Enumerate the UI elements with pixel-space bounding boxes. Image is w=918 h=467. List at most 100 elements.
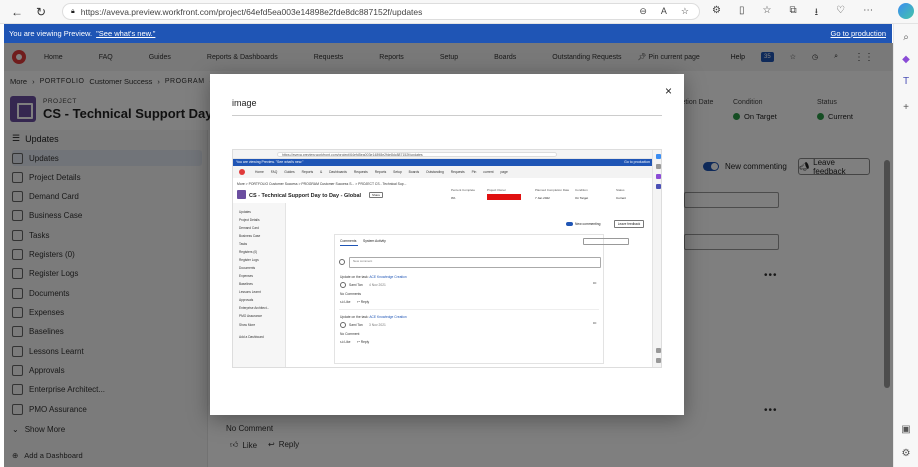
zoom-out-icon[interactable]: ⊖: [639, 6, 647, 17]
preview-text: You are viewing Preview.: [9, 29, 93, 38]
thumb-date: 4 Nov 2021: [369, 283, 386, 287]
address-bar[interactable]: 🔒︎ https://aveva.preview.workfront.com/p…: [62, 3, 700, 20]
browser-essentials-icon[interactable]: ♡: [836, 5, 845, 22]
thumb-new-commenting: New commenting: [575, 222, 601, 226]
thumb-reply: ↩ Reply: [357, 340, 370, 344]
thumb-side-item: Expenses: [239, 274, 253, 278]
close-icon[interactable]: ×: [665, 84, 672, 98]
thumb-new-comment-box: New comment: [349, 257, 601, 268]
thumb-feedback-button: Leave feedback: [614, 220, 644, 228]
thumb-url: https://aveva.preview.workfront.com/proj…: [277, 152, 557, 157]
thumb-tab-activity: System Activity: [363, 239, 386, 243]
image-modal: image × https://aveva.preview.workfront.…: [210, 74, 684, 415]
thumb-breadcrumb: More > PORTFOLIO Customer Success > PROG…: [237, 182, 407, 186]
thumb-side-item: Enterprise Architect...: [239, 306, 270, 310]
browser-sidebar: ⌕ ◆ T + ▣ ⚙: [893, 24, 918, 467]
favorites-icon[interactable]: ☆: [762, 5, 771, 22]
thumb-rail-icon: [656, 174, 661, 179]
thumb-meta-label: Status: [616, 188, 625, 192]
thumb-side-item: Tasks: [239, 242, 248, 246]
thumb-side-item: Baselines: [239, 282, 253, 286]
screenshot-image: https://aveva.preview.workfront.com/proj…: [232, 149, 662, 368]
collections-icon[interactable]: ⧉: [789, 5, 796, 22]
goto-production-link[interactable]: Go to production: [831, 29, 886, 38]
thumb-meta-value: 0%: [451, 196, 456, 200]
lock-icon: 🔒︎: [71, 7, 75, 15]
thumb-options-icon: •••: [593, 321, 597, 325]
thumb-like: 👍︎ Like: [340, 300, 351, 304]
thumb-update-line: Update on the task: ACE Knowledge Creati…: [340, 315, 407, 319]
thumb-side-item: Approvals: [239, 298, 254, 302]
thumb-avatar: [340, 322, 346, 328]
downloads-icon[interactable]: ⭳: [815, 5, 819, 22]
thumb-like-label: Like: [344, 340, 351, 344]
thumb-rail-icon: [656, 164, 661, 169]
thumb-no-comment: No Comment: [340, 332, 360, 336]
preview-banner: You are viewing Preview. "See what's new…: [4, 24, 892, 43]
thumb-side-item: Documents: [239, 266, 256, 270]
thumb-side-item: Registers (0): [239, 250, 258, 254]
add-icon[interactable]: +: [900, 102, 912, 114]
thumb-side-item: Business Case: [239, 234, 261, 238]
read-aloud-icon[interactable]: A: [661, 6, 667, 17]
see-whats-new-link[interactable]: "See what's new.": [96, 29, 155, 38]
thumb-side-item: Project Details: [239, 218, 260, 222]
sidebar-toggle-icon[interactable]: ▣: [900, 424, 912, 436]
thumb-update-prefix: Update on the task:: [340, 275, 369, 279]
thumb-side-item: PMO Assurance: [239, 314, 263, 318]
thumb-tab-underline: [340, 245, 358, 246]
back-icon[interactable]: ←: [10, 5, 24, 19]
thumb-banner: You are viewing Preview. "See what's new…: [233, 159, 653, 166]
url-text: https://aveva.preview.workfront.com/proj…: [80, 6, 423, 17]
thumb-update-link: ACE Knowledge Creation: [369, 315, 407, 319]
browser-toolbar: ← ↻ 🔒︎ https://aveva.preview.workfront.c…: [0, 0, 918, 24]
thumb-update-prefix: Update on the task:: [340, 315, 369, 319]
teams-icon[interactable]: T: [900, 76, 912, 88]
thumb-reply-label: Reply: [360, 340, 370, 344]
extensions-icon[interactable]: ⚙: [712, 5, 721, 22]
thumb-date: 3 Nov 2021: [369, 323, 386, 327]
thumb-project-icon: [237, 190, 246, 199]
more-menu-icon[interactable]: ⋯: [863, 5, 873, 22]
thumb-side-item: Show More: [239, 323, 256, 327]
copilot-icon[interactable]: [898, 3, 914, 19]
thumb-rail-icon: [656, 348, 661, 353]
thumb-logo: [239, 169, 245, 175]
thumb-toggle: [566, 222, 573, 226]
thumb-user: Sami Tan: [349, 323, 363, 327]
thumb-browser-bar: https://aveva.preview.workfront.com/proj…: [233, 150, 661, 159]
thumb-update-link: ACE Knowledge Creation: [369, 275, 407, 279]
favorite-star-icon[interactable]: ☆: [681, 6, 689, 17]
thumb-comments-card: Comments System Activity New comment Upd…: [334, 234, 629, 364]
thumb-reply: ↩ Reply: [357, 300, 370, 304]
thumb-meta-value: 7 Jan 2022: [535, 196, 550, 200]
modal-divider: [232, 115, 662, 116]
thumb-side-item: Lessons Learnt: [239, 290, 261, 294]
split-screen-icon[interactable]: ▯: [739, 5, 745, 22]
thumb-meta-value: On Target: [575, 196, 589, 200]
thumb-browser-rail: [652, 150, 661, 367]
thumb-banner-text: You are viewing Preview. "See what's new…: [236, 160, 304, 164]
thumb-meta-label: Planned Completion Date: [535, 188, 570, 192]
thumb-avatar: [339, 259, 345, 265]
thumb-update-line: Update on the task: ACE Knowledge Creati…: [340, 275, 407, 279]
thumb-rail-icon: [656, 184, 661, 189]
thumb-meta-value: Current: [616, 196, 627, 200]
thumb-side-item: Register Logs: [239, 258, 259, 262]
thumb-tab-comments: Comments: [340, 239, 357, 243]
thumb-rail-icon: [656, 358, 661, 363]
thumb-no-comments: No Comments: [340, 292, 362, 296]
settings-icon[interactable]: ⚙: [900, 448, 912, 460]
thumb-rail-icon: [656, 154, 661, 159]
search-icon[interactable]: ⌕: [900, 32, 912, 44]
thumb-nav: Home FAQ Guides Reports & Dashboards Req…: [233, 166, 653, 178]
thumb-avatar: [340, 282, 346, 288]
thumb-options-icon: •••: [593, 281, 597, 285]
thumb-share-button: Share: [369, 192, 383, 198]
thumb-reply-label: Reply: [360, 300, 370, 304]
thumb-like-label: Like: [344, 300, 351, 304]
reload-icon[interactable]: ↻: [34, 5, 48, 19]
thumb-search-box: [583, 238, 629, 245]
shopping-icon[interactable]: ◆: [900, 54, 912, 66]
thumb-side-item: Demand Card: [239, 226, 259, 230]
